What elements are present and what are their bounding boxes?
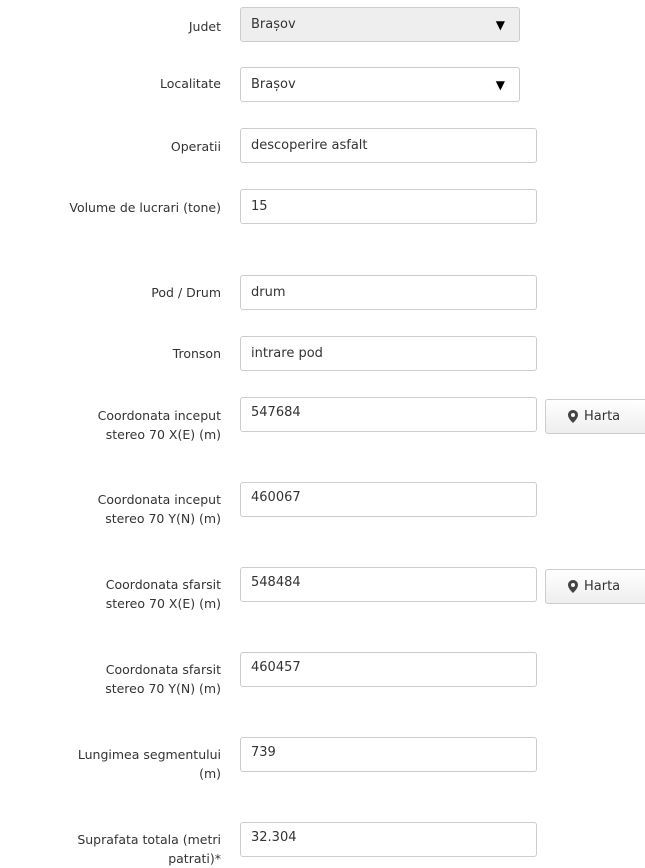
inceput-y-value: 460067 [251,490,301,505]
judet-select[interactable]: Brașov ▼ [240,7,520,42]
suprafata-label: Suprafata totala (metri patrati)* [77,832,221,866]
harta-label: Harta [584,579,621,594]
sfarsit-y-label: Coordonata sfarsit stereo 70 Y(N) (m) [105,662,221,696]
localitate-value: Brașov [251,77,296,92]
localitate-label: Localitate [159,76,221,91]
tronson-input[interactable]: intrare pod [240,336,537,371]
lungime-value: 739 [251,745,276,760]
inceput-x-label: Coordonata inceput stereo 70 X(E) (m) [97,408,221,442]
volume-input[interactable]: 15 [240,189,537,224]
sfarsit-x-value: 548484 [251,575,301,590]
inceput-y-label: Coordonata inceput stereo 70 Y(N) (m) [97,492,221,526]
sfarsit-x-input[interactable]: 548484 [240,567,537,602]
operatii-value: descoperire asfalt [251,138,368,153]
suprafata-value: 32.304 [251,830,297,845]
judet-label: Judet [188,19,221,34]
suprafata-input[interactable]: 32.304 [240,822,537,857]
sfarsit-y-input[interactable]: 460457 [240,652,537,687]
sfarsit-y-value: 460457 [251,660,301,675]
volume-value: 15 [251,199,268,214]
caret-down-icon: ▼ [495,17,505,32]
inceput-y-input[interactable]: 460067 [240,482,537,517]
pod-drum-value: drum [251,285,286,300]
pod-drum-input[interactable]: drum [240,275,537,310]
harta-label: Harta [584,409,621,424]
judet-value: Brașov [251,17,296,32]
caret-down-icon: ▼ [495,77,505,92]
tronson-value: intrare pod [251,346,323,361]
pod-drum-label: Pod / Drum [151,285,221,300]
sfarsit-x-label: Coordonata sfarsit stereo 70 X(E) (m) [105,577,221,611]
operatii-label: Operatii [170,139,221,154]
harta-button-inceput[interactable]: Harta [545,399,645,434]
map-marker-icon [568,580,578,593]
lungime-input[interactable]: 739 [240,737,537,772]
map-marker-icon [568,410,578,423]
lungime-label: Lungimea segmentului (m) [77,747,221,781]
harta-button-sfarsit[interactable]: Harta [545,569,645,604]
inceput-x-input[interactable]: 547684 [240,397,537,432]
tronson-label: Tronson [172,346,221,361]
operatii-input[interactable]: descoperire asfalt [240,128,537,163]
localitate-select[interactable]: Brașov ▼ [240,67,520,102]
volume-label: Volume de lucrari (tone) [69,200,221,215]
inceput-x-value: 547684 [251,405,301,420]
